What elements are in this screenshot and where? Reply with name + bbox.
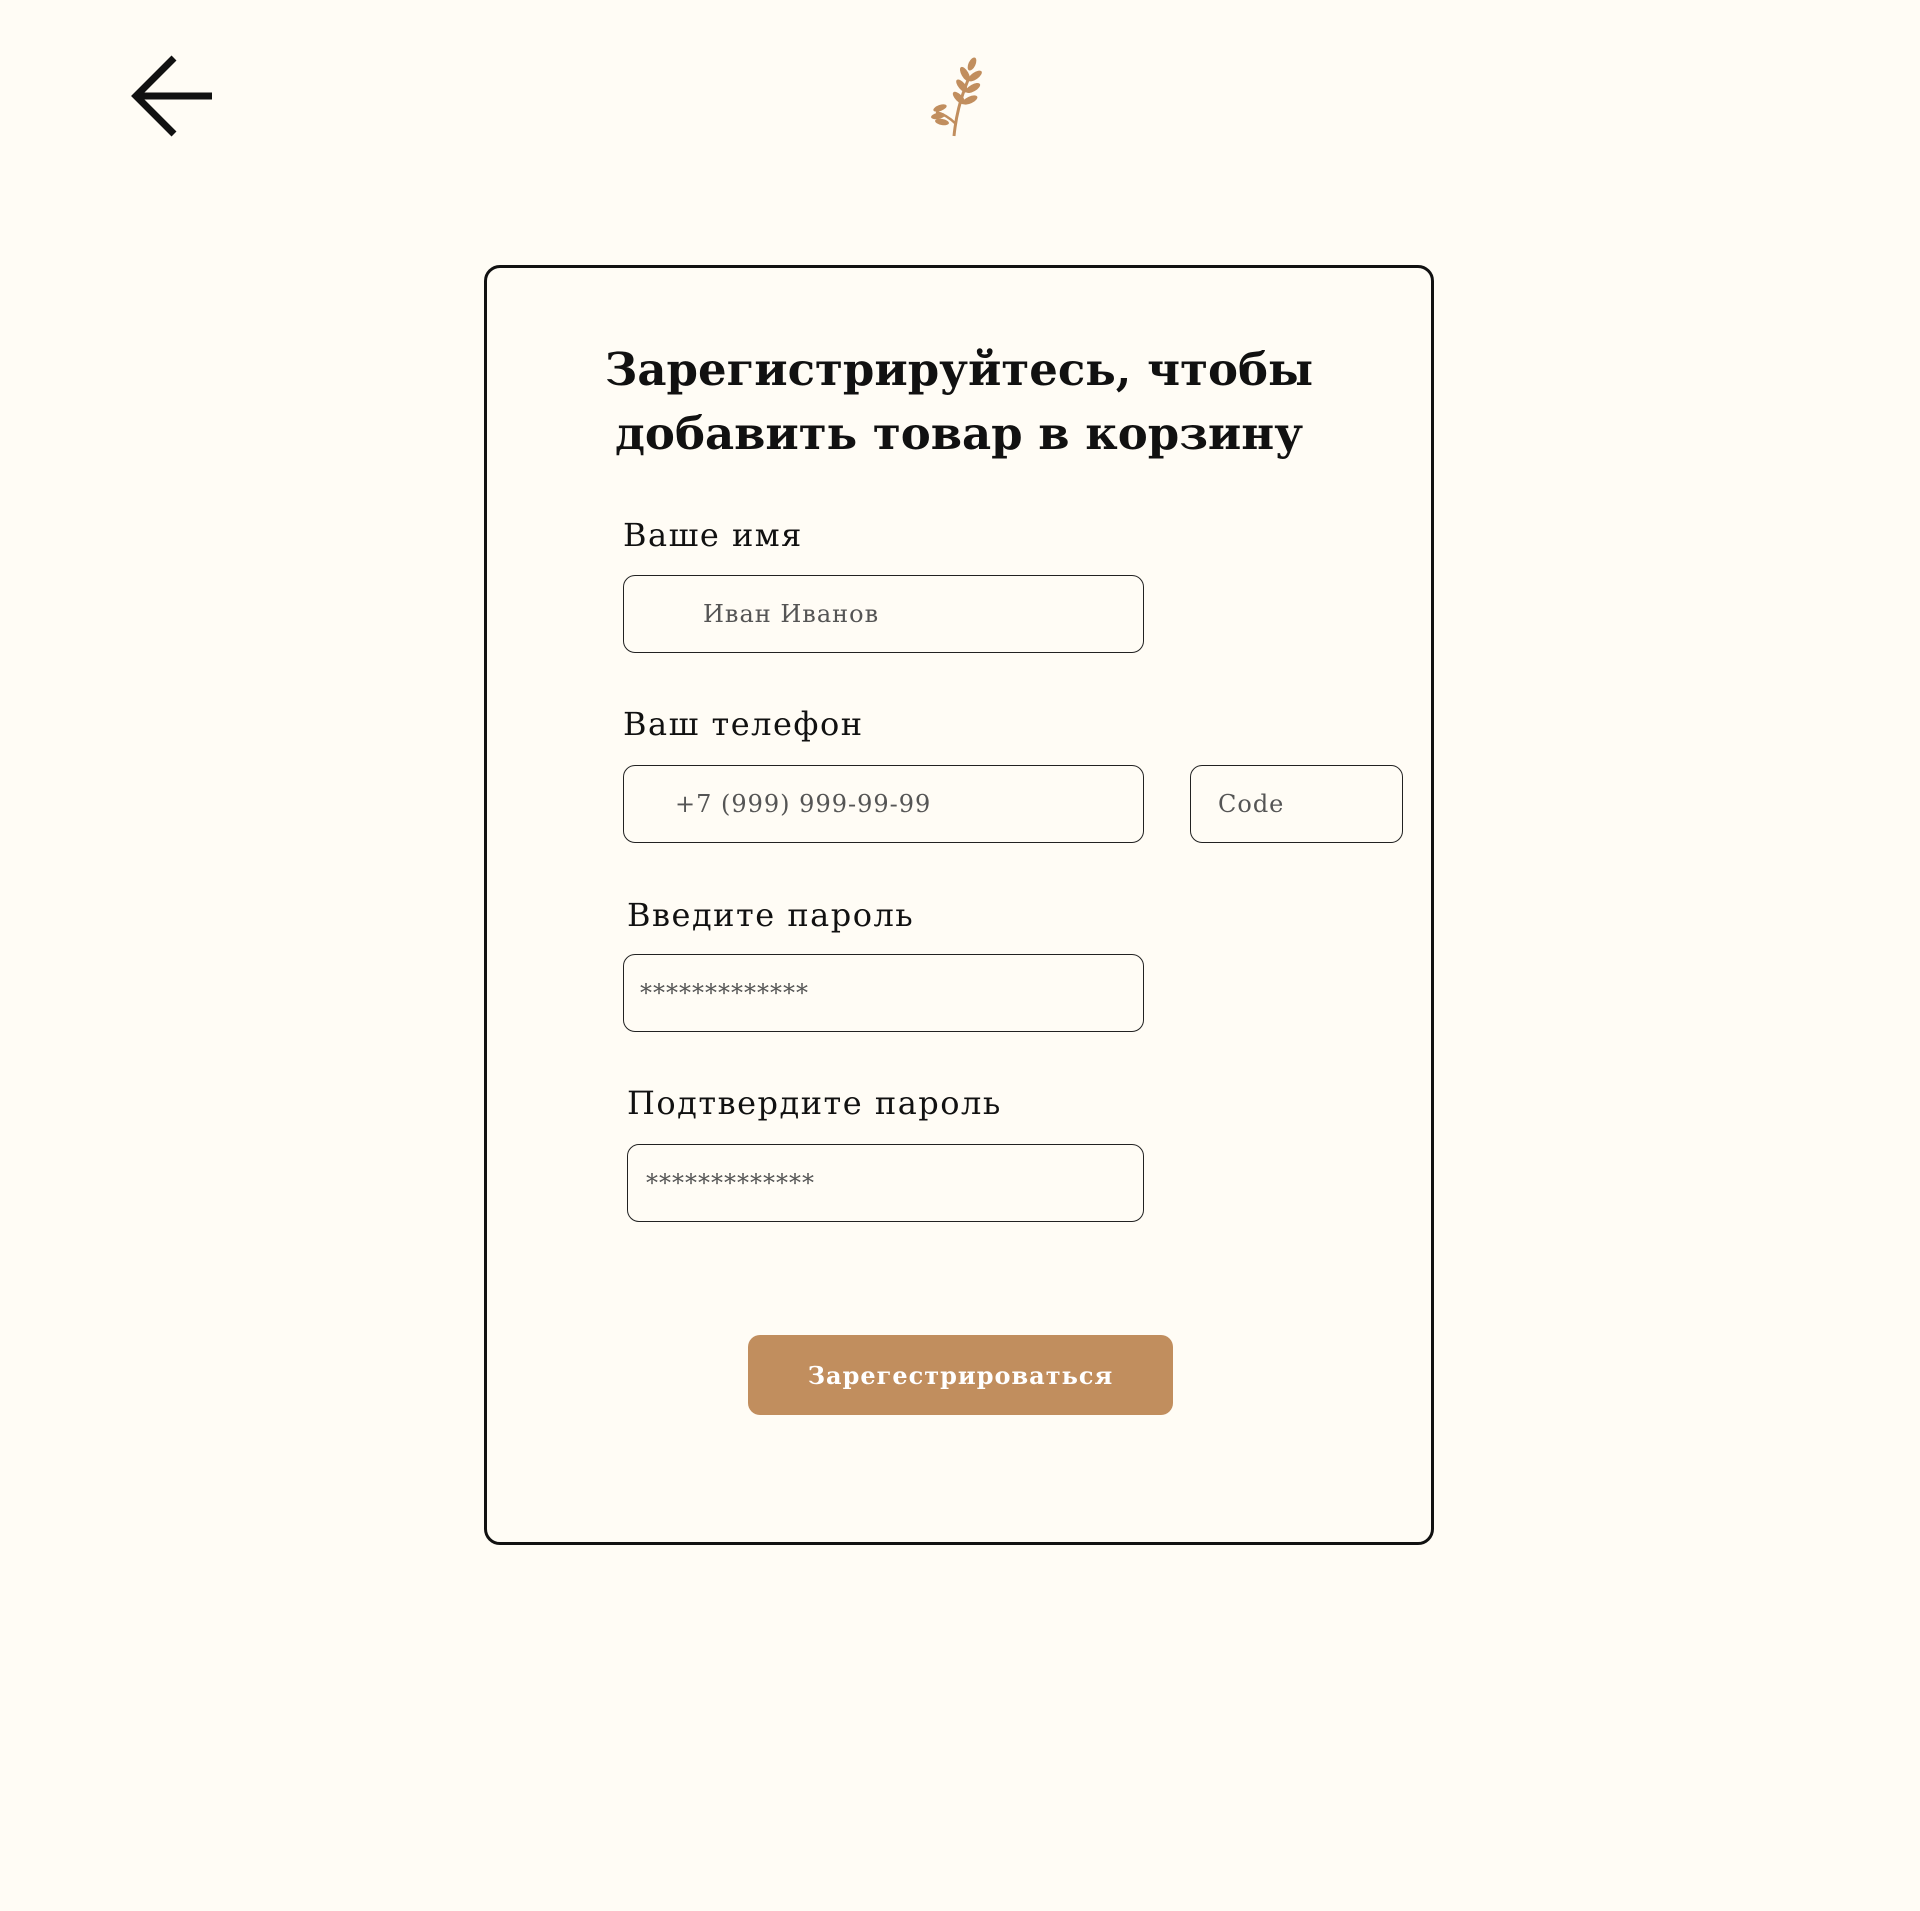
name-input[interactable]	[623, 575, 1144, 653]
form-title: Зарегистрируйтесь, чтобы добавить товар …	[487, 338, 1431, 466]
form-title-line1: Зарегистрируйтесь, чтобы	[604, 343, 1314, 396]
password-label: Введите пароль	[627, 896, 915, 934]
code-input[interactable]	[1190, 765, 1403, 843]
registration-card: Зарегистрируйтесь, чтобы добавить товар …	[484, 265, 1434, 1545]
phone-input[interactable]	[623, 765, 1144, 843]
confirm-password-input[interactable]	[627, 1144, 1144, 1222]
logo	[930, 56, 990, 138]
register-button[interactable]: Зарегестрироваться	[748, 1335, 1173, 1415]
arrow-left-icon	[131, 55, 212, 137]
confirm-password-label: Подтвердите пароль	[627, 1084, 1002, 1122]
back-button[interactable]	[128, 52, 216, 140]
password-input[interactable]	[623, 954, 1144, 1032]
wheat-sprig-icon	[931, 57, 982, 137]
form-title-line2: добавить товар в корзину	[614, 407, 1304, 460]
name-label: Ваше имя	[623, 516, 803, 554]
phone-label: Ваш телефон	[623, 705, 864, 743]
